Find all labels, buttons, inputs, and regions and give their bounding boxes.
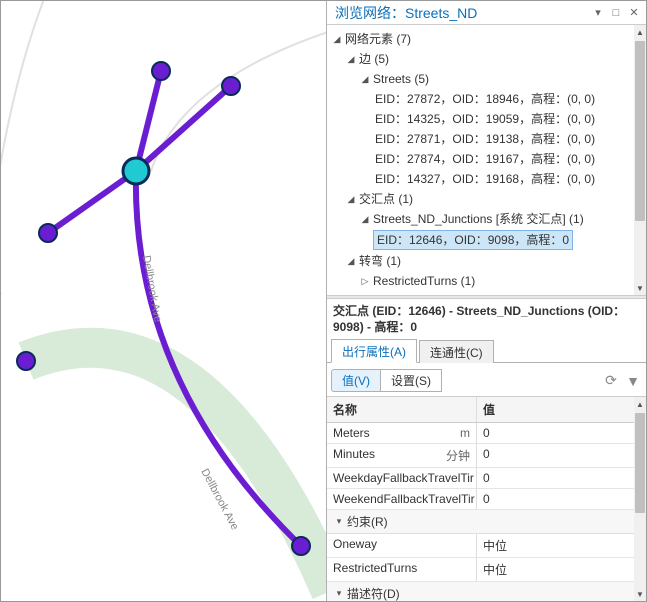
grid-row[interactable]: Minutes分钟0 (327, 444, 646, 468)
panel-header: 浏览网络：Streets_ND ▾ □ ✕ (327, 1, 646, 25)
svg-text:Dellbrook Ave: Dellbrook Ave (198, 467, 240, 532)
section-descriptors[interactable]: ▾描述符(D) (327, 582, 646, 601)
scroll-thumb[interactable] (635, 413, 645, 513)
dock-button[interactable]: ▾ (590, 5, 606, 21)
network-tree[interactable]: ◢网络元素 (7) ◢边 (5) ◢Streets (5) EID：27872，… (327, 25, 646, 295)
map-svg: Dellbrook Ave Dellbrook Ave n Ave (1, 1, 326, 601)
tree-streets[interactable]: ◢Streets (5) (327, 69, 646, 89)
tree-street-item[interactable]: EID：14327，OID：19168，高程：(0, 0) (327, 169, 646, 189)
scroll-down-icon[interactable]: ▼ (634, 587, 646, 601)
scroll-thumb[interactable] (635, 41, 645, 221)
tree-junction-group[interactable]: ◢Streets_ND_Junctions [系统 交汇点] (1) (327, 209, 646, 229)
tree-junctions[interactable]: ◢交汇点 (1) (327, 189, 646, 209)
caret-down-icon: ◢ (359, 210, 371, 228)
close-button[interactable]: ✕ (626, 5, 642, 21)
scroll-up-icon[interactable]: ▲ (634, 25, 646, 39)
caret-right-icon: ▷ (359, 272, 371, 290)
refresh-icon[interactable]: ⟳ (602, 372, 620, 390)
grid-row[interactable]: WeekdayFallbackTravelTir0 (327, 468, 646, 489)
tree-edges[interactable]: ◢边 (5) (327, 49, 646, 69)
grid-row[interactable]: Metersm0 (327, 423, 646, 444)
tab-travel-attrs[interactable]: 出行属性(A) (331, 339, 417, 363)
tree-street-item[interactable]: EID：14325，OID：19059，高程：(0, 0) (327, 109, 646, 129)
map-canvas[interactable]: Dellbrook Ave Dellbrook Ave n Ave (1, 1, 326, 601)
grid-row[interactable]: RestrictedTurns中位 (327, 558, 646, 582)
caret-down-icon: ◢ (331, 30, 343, 48)
scroll-down-icon[interactable]: ▼ (634, 281, 646, 295)
app-root: Dellbrook Ave Dellbrook Ave n Ave 浏览网络：S… (0, 0, 647, 602)
caret-down-icon: ◢ (345, 252, 357, 270)
panel-controls: ▾ □ ✕ (590, 5, 642, 21)
chevron-down-icon: ▾ (333, 588, 345, 599)
col-value[interactable]: 值 (477, 397, 646, 422)
tab-connectivity[interactable]: 连通性(C) (419, 340, 494, 363)
pin-button[interactable]: □ (608, 5, 624, 21)
scroll-up-icon[interactable]: ▲ (634, 397, 646, 411)
grid-scrollbar[interactable]: ▲ ▼ (634, 397, 646, 601)
tree-junction-selected[interactable]: EID：12646，OID：9098，高程：0 (327, 229, 646, 251)
side-panel: 浏览网络：Streets_ND ▾ □ ✕ ◢网络元素 (7) ◢边 (5) ◢… (326, 1, 646, 601)
detail-title: 交汇点 (EID：12646) - Streets_ND_Junctions (… (327, 299, 646, 339)
svg-text:Dellbrook Ave: Dellbrook Ave (140, 254, 164, 323)
grid-row[interactable]: WeekendFallbackTravelTir0 (327, 489, 646, 510)
grid-row[interactable]: Oneway中位 (327, 534, 646, 558)
tree-area: ◢网络元素 (7) ◢边 (5) ◢Streets (5) EID：27872，… (327, 25, 646, 295)
tree-street-item[interactable]: EID：27874，OID：19167，高程：(0, 0) (327, 149, 646, 169)
panel-title: 浏览网络：Streets_ND (331, 3, 590, 23)
tree-street-item[interactable]: EID：27871，OID：19138，高程：(0, 0) (327, 129, 646, 149)
caret-down-icon: ◢ (359, 70, 371, 88)
caret-down-icon: ◢ (345, 190, 357, 208)
subtab-value[interactable]: 值(V) (331, 369, 380, 392)
attribute-grid: 名称 值 Metersm0 Minutes分钟0 WeekdayFallback… (327, 396, 646, 601)
filter-icon[interactable]: ▼ (624, 372, 642, 390)
main-tabs: 出行属性(A) 连通性(C) (327, 339, 646, 363)
col-name[interactable]: 名称 (327, 397, 477, 422)
chevron-down-icon: ▾ (333, 516, 345, 527)
caret-down-icon: ◢ (345, 50, 357, 68)
tree-scrollbar[interactable]: ▲ ▼ (634, 25, 646, 295)
sub-tabs: 值(V) 设置(S) ⟳ ▼ (327, 363, 646, 396)
svg-text:n Ave: n Ave (1, 290, 5, 320)
section-constraints[interactable]: ▾约束(R) (327, 510, 646, 534)
tree-turns[interactable]: ◢转弯 (1) (327, 251, 646, 271)
tree-street-item[interactable]: EID：27872，OID：18946，高程：(0, 0) (327, 89, 646, 109)
tree-rturns[interactable]: ▷RestrictedTurns (1) (327, 271, 646, 291)
subtab-settings[interactable]: 设置(S) (380, 369, 442, 392)
tree-root[interactable]: ◢网络元素 (7) (327, 29, 646, 49)
